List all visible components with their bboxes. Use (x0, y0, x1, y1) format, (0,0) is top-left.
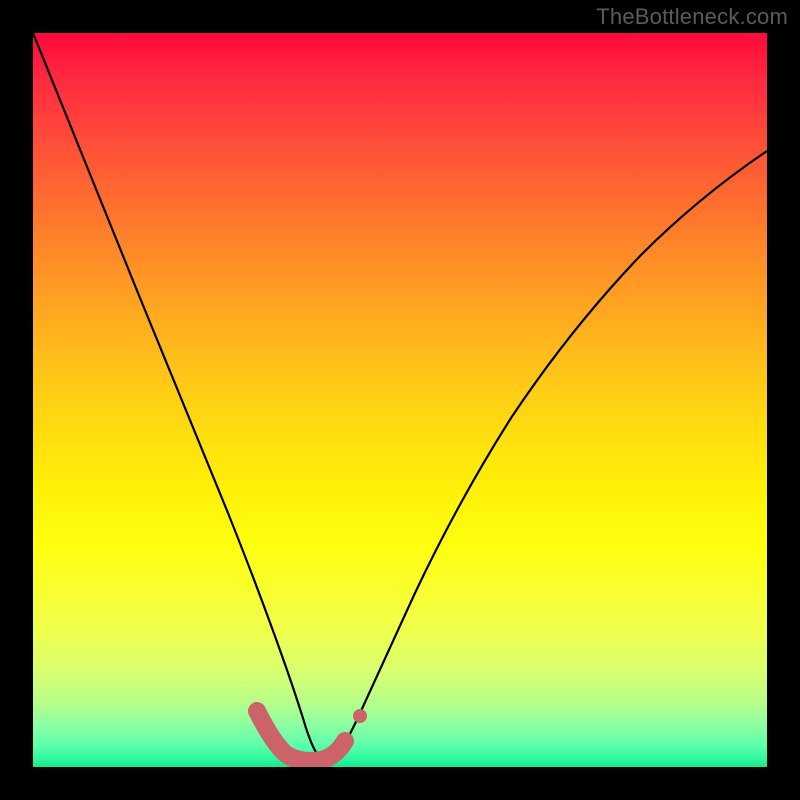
optimal-range-end-dot (353, 709, 367, 723)
optimal-range-marker (257, 711, 345, 761)
chart-svg (33, 33, 767, 767)
watermark-text: TheBottleneck.com (596, 4, 788, 30)
bottleneck-curve-line (33, 33, 767, 760)
chart-plot-area (33, 33, 767, 767)
